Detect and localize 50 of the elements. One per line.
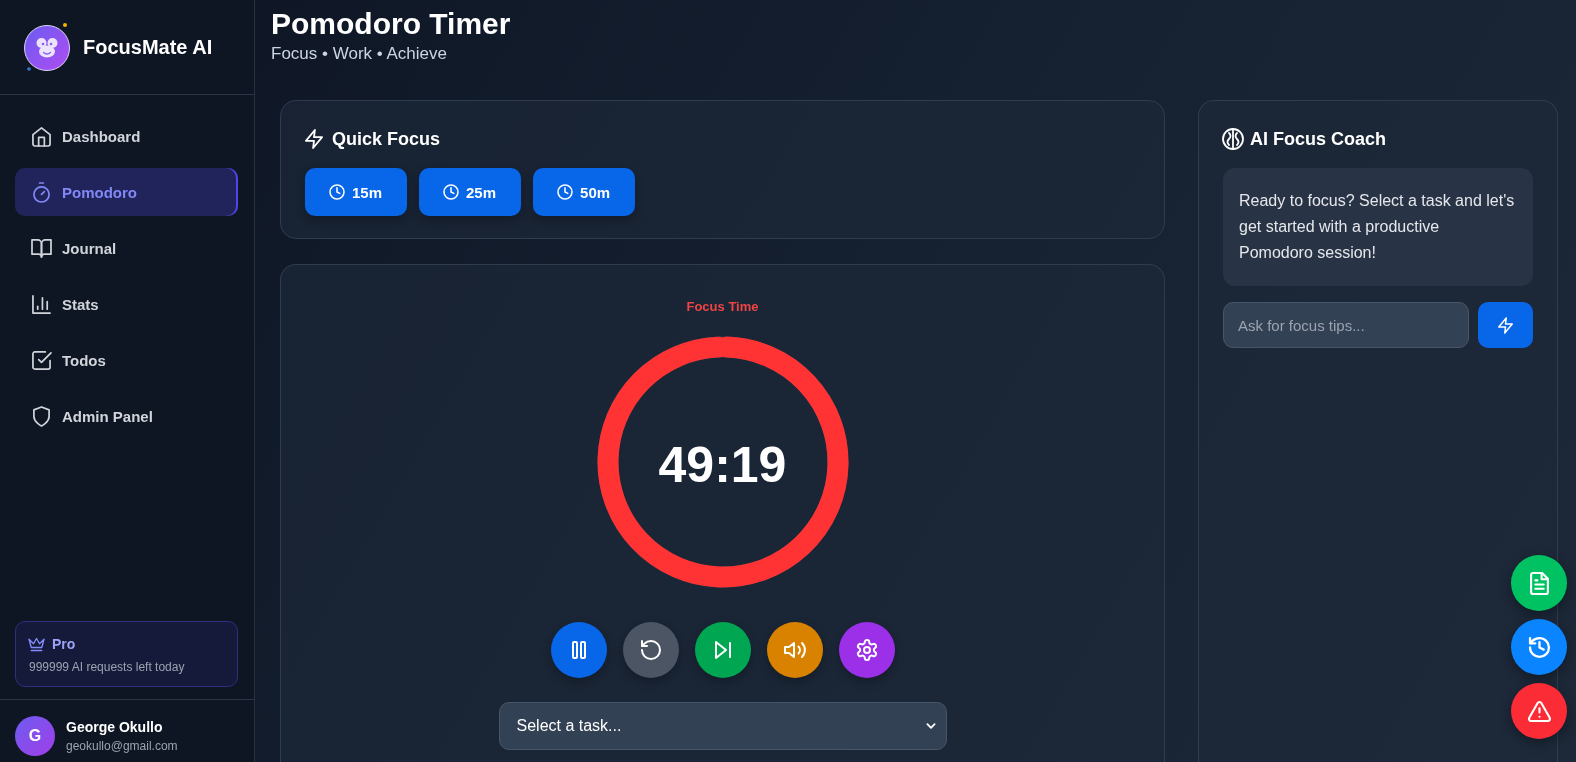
brand-name: FocusMate AI: [83, 35, 213, 59]
open-book-icon: [32, 238, 51, 258]
lightning-icon: [1498, 317, 1513, 333]
preset-button[interactable]: 50m: [533, 168, 636, 216]
clock-icon: [330, 185, 344, 199]
user-avatar: G: [15, 716, 55, 756]
coach-message: Ready to focus? Select a task and let's get started with a productive Pomodoro session!: [1223, 168, 1533, 286]
mode-label: Focus Time: [686, 299, 759, 315]
clock-icon: [558, 185, 573, 199]
bar-chart-icon: [32, 294, 51, 314]
speaker-icon: [784, 640, 805, 660]
shield-icon: [32, 406, 51, 426]
nav-item[interactable]: Dashboard: [15, 112, 238, 160]
skip-forward-icon: [712, 640, 733, 660]
plan-name: Pro: [52, 635, 76, 653]
user-email: geokullo@gmail.com: [66, 738, 178, 754]
timer-display: 49:19: [658, 437, 787, 493]
checkbox-icon: [32, 350, 51, 370]
nav-item[interactable]: Journal: [15, 224, 238, 272]
document-icon: [1528, 572, 1550, 594]
nav-item[interactable]: Pomodoro: [15, 168, 238, 216]
brain-icon: [1223, 129, 1243, 149]
logo-icon: [22, 22, 72, 72]
alert-button[interactable]: [1511, 683, 1567, 739]
nav-item[interactable]: Admin Panel: [15, 392, 238, 440]
ask-input[interactable]: Ask for focus tips...: [1223, 302, 1469, 348]
card-title: AI Focus Coach: [1250, 128, 1387, 150]
page-title: Pomodoro Timer: [271, 6, 512, 42]
page-subtitle: Focus • Work • Achieve: [271, 43, 448, 65]
preset-button[interactable]: 15m: [305, 168, 408, 216]
warning-icon: [1528, 700, 1550, 722]
card-title: Quick Focus: [332, 128, 441, 150]
nav-item[interactable]: Stats: [15, 280, 238, 328]
clock-icon: [444, 185, 459, 199]
settings-icon: [856, 640, 877, 660]
history-button[interactable]: [1511, 619, 1567, 675]
preset-button[interactable]: 25m: [419, 168, 522, 216]
notes-button[interactable]: [1511, 555, 1567, 611]
lightning-icon: [305, 130, 323, 148]
nav-item[interactable]: Todos: [15, 336, 238, 384]
task-select[interactable]: Select a task...: [498, 702, 947, 750]
history-icon: [1528, 636, 1550, 658]
circular-arrow-icon: [640, 640, 661, 660]
user-name: George Okullo: [66, 719, 164, 736]
send-button[interactable]: [1478, 302, 1533, 348]
plan-note: 999999 AI requests left today: [29, 659, 186, 675]
crown-icon: [29, 636, 44, 652]
stopwatch-icon: [32, 182, 51, 202]
chevron-down-icon: [924, 720, 937, 732]
home-icon: [32, 126, 51, 146]
